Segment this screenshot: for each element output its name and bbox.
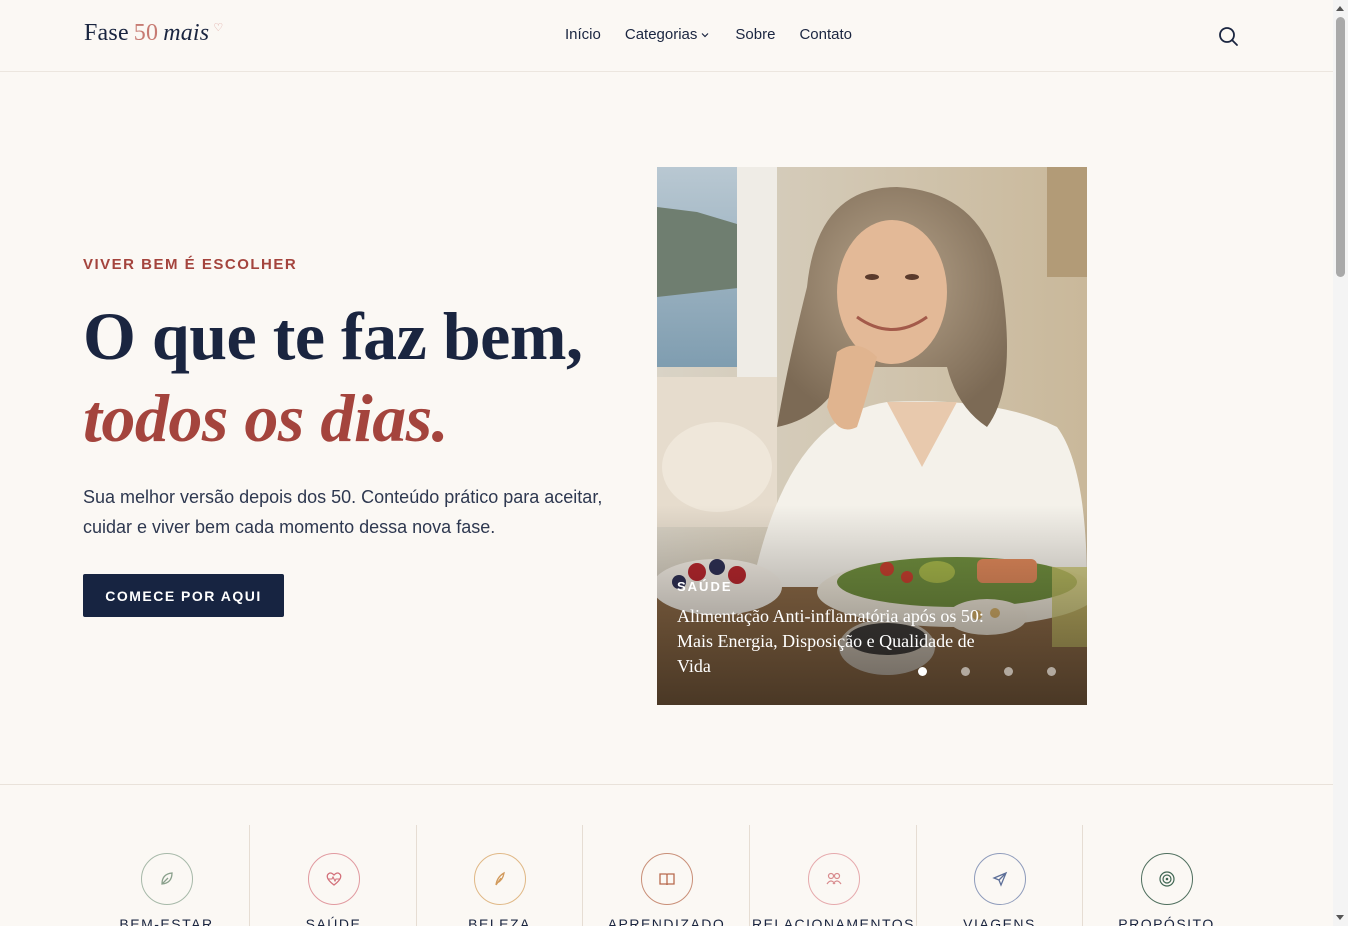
category-relacionamentos[interactable]: RELACIONAMENTOS — [750, 825, 917, 926]
people-icon — [826, 872, 841, 885]
category-proposito[interactable]: PROPÓSITO — [1083, 825, 1250, 926]
category-icon-circle — [640, 853, 693, 905]
category-label: BELEZA — [468, 916, 531, 926]
category-icon-circle — [307, 853, 360, 905]
headline-line-2: todos os dias. — [83, 380, 449, 456]
leaf-icon — [160, 872, 173, 885]
featured-post-card[interactable]: SAÚDE Alimentação Anti-inflamatória após… — [657, 167, 1087, 705]
search-icon — [1219, 27, 1238, 46]
carousel-dots — [918, 667, 1087, 676]
carousel-dot-4[interactable] — [1047, 667, 1056, 676]
nav-item-inicio[interactable]: Início — [565, 26, 601, 43]
category-icon-circle — [807, 853, 860, 905]
category-icon-circle — [1140, 853, 1193, 905]
nav-item-categorias[interactable]: Categorias — [625, 26, 712, 43]
heart-pulse-icon — [326, 872, 341, 886]
logo-heart-icon: ♡ — [213, 22, 224, 34]
carousel-dot-1[interactable] — [918, 667, 927, 676]
category-label: SAÚDE — [305, 916, 362, 926]
category-label: VIAGENS — [963, 916, 1036, 926]
scroll-down-arrow[interactable] — [1336, 915, 1344, 920]
category-icon-circle — [473, 853, 526, 905]
search-button[interactable] — [1216, 24, 1240, 48]
nav-item-sobre[interactable]: Sobre — [735, 26, 775, 43]
category-beleza[interactable]: BELEZA — [416, 825, 583, 926]
plane-icon — [991, 871, 1007, 887]
category-saude[interactable]: SAÚDE — [250, 825, 417, 926]
logo-word: Fase — [84, 20, 129, 46]
chevron-down-icon — [701, 32, 709, 37]
nav-item-label: Categorias — [624, 26, 698, 43]
nav-item-label: Contato — [799, 26, 852, 43]
category-label: BEM-ESTAR — [119, 916, 214, 926]
target-icon — [1158, 871, 1175, 887]
logo-number: 50 — [133, 20, 159, 46]
category-icon-circle — [140, 853, 193, 905]
carousel-dot-3[interactable] — [1004, 667, 1013, 676]
nav-item-label: Início — [565, 26, 601, 43]
category-label: RELACIONAMENTOS — [751, 916, 916, 926]
site-header: Fase 50 mais ♡ Início Categorias Sobre C… — [0, 0, 1333, 72]
scroll-thumb[interactable] — [1336, 17, 1345, 277]
nav-item-contato[interactable]: Contato — [799, 26, 852, 43]
cta-button[interactable]: COMECE POR AQUI — [83, 574, 284, 617]
category-label: PROPÓSITO — [1118, 916, 1215, 926]
category-icon-circle — [973, 853, 1026, 905]
headline-line-1: O que te faz bem, — [83, 298, 583, 374]
category-label: APRENDIZADO — [607, 916, 726, 926]
hero-lead: Sua melhor versão depois dos 50. Conteúd… — [83, 487, 603, 537]
featured-category: SAÚDE — [677, 579, 733, 594]
carousel-dot-2[interactable] — [961, 667, 970, 676]
category-bem-estar[interactable]: BEM-ESTAR — [83, 825, 250, 926]
scroll-up-arrow[interactable] — [1336, 6, 1344, 11]
book-icon — [658, 873, 675, 886]
site-logo[interactable]: Fase 50 mais ♡ — [84, 20, 223, 47]
categories-section: BEM-ESTAR SAÚDE BELEZA APRENDIZADO RELAC… — [0, 784, 1333, 926]
category-aprendizado[interactable]: APRENDIZADO — [583, 825, 750, 926]
hero-headline: O que te faz bem, todos os dias. — [83, 295, 583, 459]
nav-item-label: Sobre — [735, 26, 776, 43]
hero-eyebrow: VIVER BEM É ESCOLHER — [83, 256, 298, 273]
category-viagens[interactable]: VIAGENS — [916, 825, 1083, 926]
logo-suffix: mais — [163, 20, 210, 46]
feather-icon — [494, 871, 505, 886]
page-scrollbar[interactable] — [1333, 0, 1348, 926]
main-nav: Início Categorias Sobre Contato — [565, 26, 852, 43]
